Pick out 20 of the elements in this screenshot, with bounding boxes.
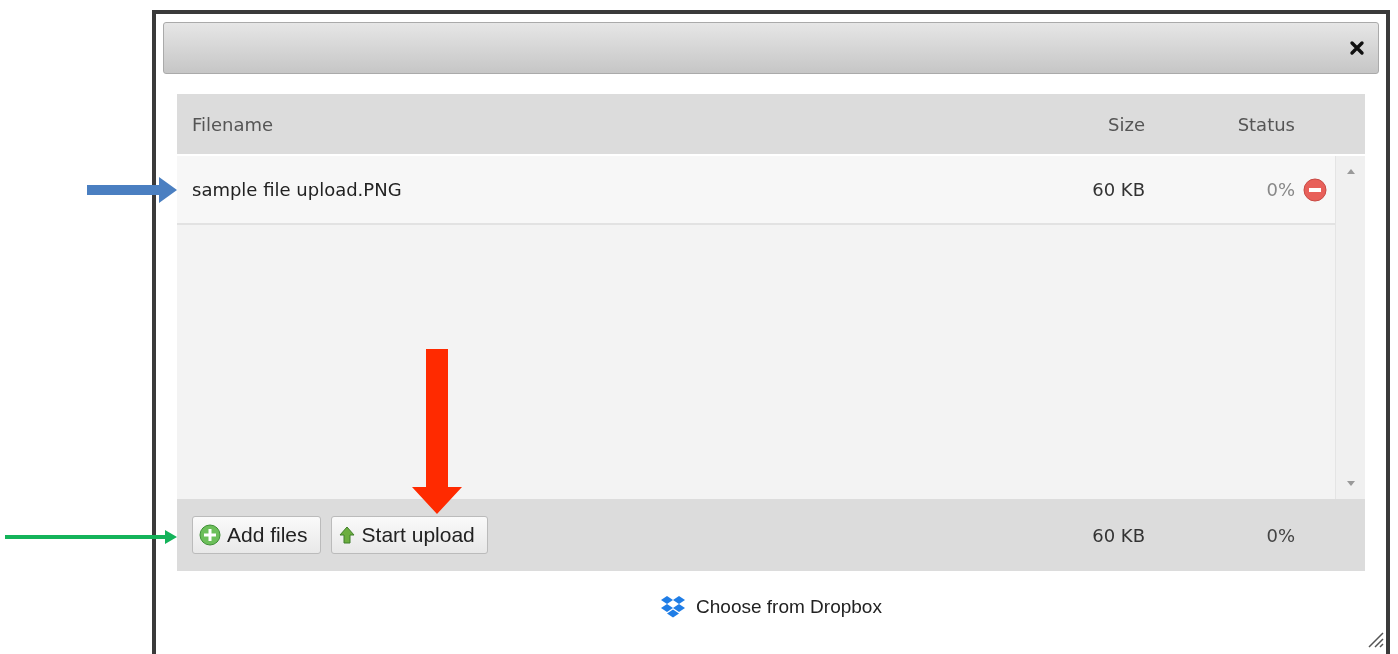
column-header: Size — [1107, 113, 1145, 135]
remove-icon[interactable] — [1303, 177, 1327, 202]
scroll-up-icon[interactable] — [1345, 168, 1356, 174]
file-name: sample file upload.PNG — [191, 179, 403, 200]
column-header: Status — [1236, 113, 1295, 135]
add-files-button[interactable]: Add files — [192, 516, 321, 554]
file-row[interactable]: sample file upload.PNG 60 KB 0% — [177, 156, 1335, 225]
close-icon[interactable] — [1348, 39, 1366, 57]
plus-icon — [199, 524, 221, 546]
dropbox-icon — [660, 594, 687, 619]
scroll-down-icon[interactable] — [1345, 481, 1356, 487]
file-status: 0% — [1265, 179, 1295, 200]
resize-grip-icon[interactable] — [1366, 630, 1384, 648]
start-upload-button[interactable]: Start upload — [330, 516, 488, 554]
up-arrow-icon — [337, 525, 356, 545]
dropbox-link[interactable]: Choose from Dropbox — [660, 594, 882, 619]
total-size: 60 KB — [1091, 524, 1145, 546]
total-status: 0% — [1265, 524, 1295, 546]
file-size: 60 KB — [1091, 179, 1145, 200]
column-header: Filename — [191, 113, 275, 135]
